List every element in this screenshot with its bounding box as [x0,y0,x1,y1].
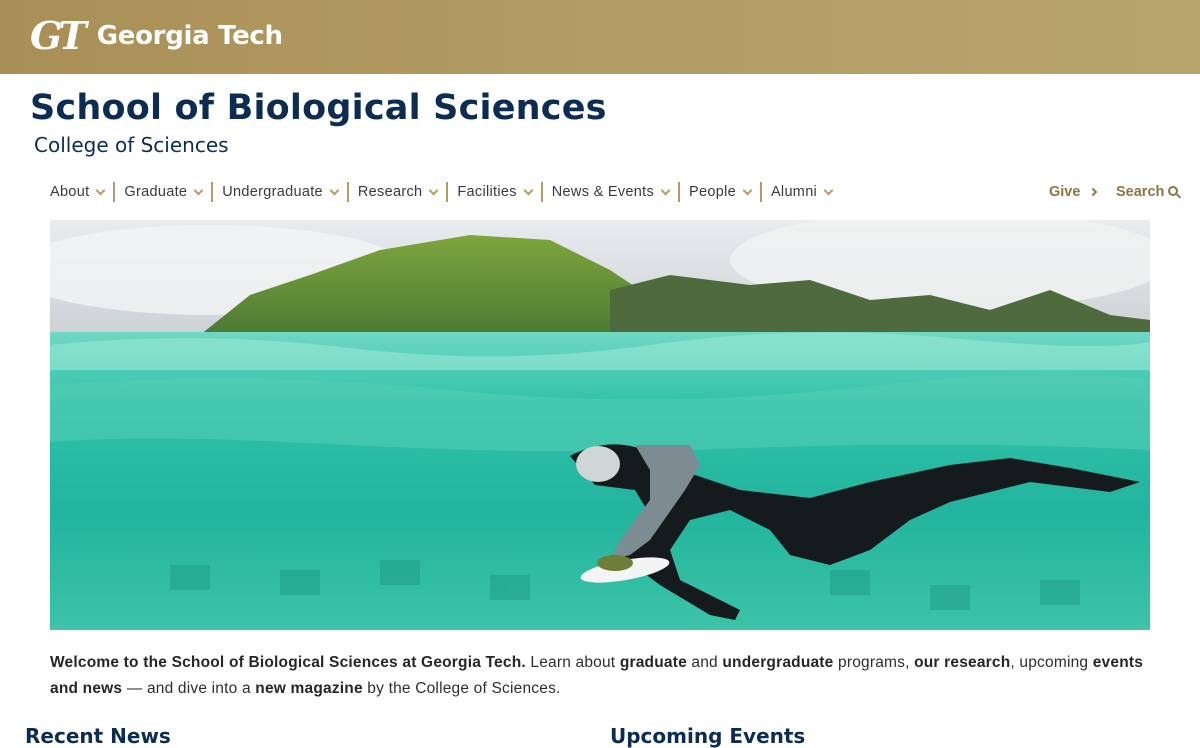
intro-lead: Welcome to the School of Biological Scie… [50,654,526,671]
intro-text: by the College of Sciences. [362,680,561,697]
main-navigation: About Graduate Undergraduate Research Fa… [43,180,839,204]
intro-text: and [686,654,723,671]
chevron-down-icon [523,185,534,195]
chevron-down-icon [428,185,439,195]
nav-label: Research [357,184,423,200]
intro-text: — and dive into a [122,680,256,697]
nav-divider [446,182,449,202]
nav-item-people[interactable]: People [682,184,758,200]
chevron-down-icon [193,185,204,195]
give-link[interactable]: Give [1049,184,1098,200]
global-header: GT Georgia Tech [0,0,1200,74]
nav-label: News & Events [551,184,654,200]
nav-label: About [50,184,90,200]
give-label: Give [1049,184,1081,200]
nav-divider [678,182,680,202]
site-title[interactable]: School of Biological Sciences [30,88,607,128]
chevron-down-icon [329,185,340,195]
nav-item-research[interactable]: Research [351,184,444,200]
nav-divider [759,182,762,202]
intro-paragraph: Welcome to the School of Biological Scie… [50,650,1150,702]
nav-divider [346,182,349,202]
chevron-down-icon [95,185,106,195]
nav-label: Facilities [457,184,517,200]
nav-item-news-events[interactable]: News & Events [545,184,676,200]
nav-label: Graduate [124,184,188,200]
hero-image [50,220,1150,630]
chevron-right-icon [1089,187,1098,197]
intro-text: programs, [833,654,915,671]
nav-divider [113,182,116,202]
intro-text: Learn about [525,654,620,671]
intro-text: , upcoming [1010,654,1093,671]
search-label: Search [1116,184,1165,200]
chevron-down-icon [660,185,671,195]
nav-item-facilities[interactable]: Facilities [450,184,538,200]
gt-logo-mark: GT [30,13,87,58]
nav-label: Undergraduate [222,184,323,200]
nav-divider [540,182,543,202]
hero-photo-snorkeler [50,220,1150,630]
recent-news-heading: Recent News [25,724,171,748]
georgia-tech-logo[interactable]: GT Georgia Tech [30,15,283,57]
chevron-down-icon [823,185,834,195]
nav-item-undergraduate[interactable]: Undergraduate [215,184,345,200]
nav-label: People [689,184,736,200]
upcoming-events-heading: Upcoming Events [610,724,806,748]
site-subtitle[interactable]: College of Sciences [34,133,229,157]
nav-divider [211,182,214,202]
nav-item-graduate[interactable]: Graduate [117,184,209,200]
nav-label: Alumni [770,184,818,200]
search-button[interactable]: Search [1116,184,1182,200]
search-icon [1168,185,1182,199]
chevron-down-icon [742,185,753,195]
magazine-link[interactable]: new magazine [255,680,363,697]
undergraduate-link[interactable]: undergraduate [722,654,833,671]
research-link[interactable]: our research [914,654,1010,671]
gt-logo-wordmark: Georgia Tech [96,21,283,51]
graduate-link[interactable]: graduate [620,654,687,671]
nav-item-alumni[interactable]: Alumni [764,184,839,200]
nav-item-about[interactable]: About [43,184,111,200]
